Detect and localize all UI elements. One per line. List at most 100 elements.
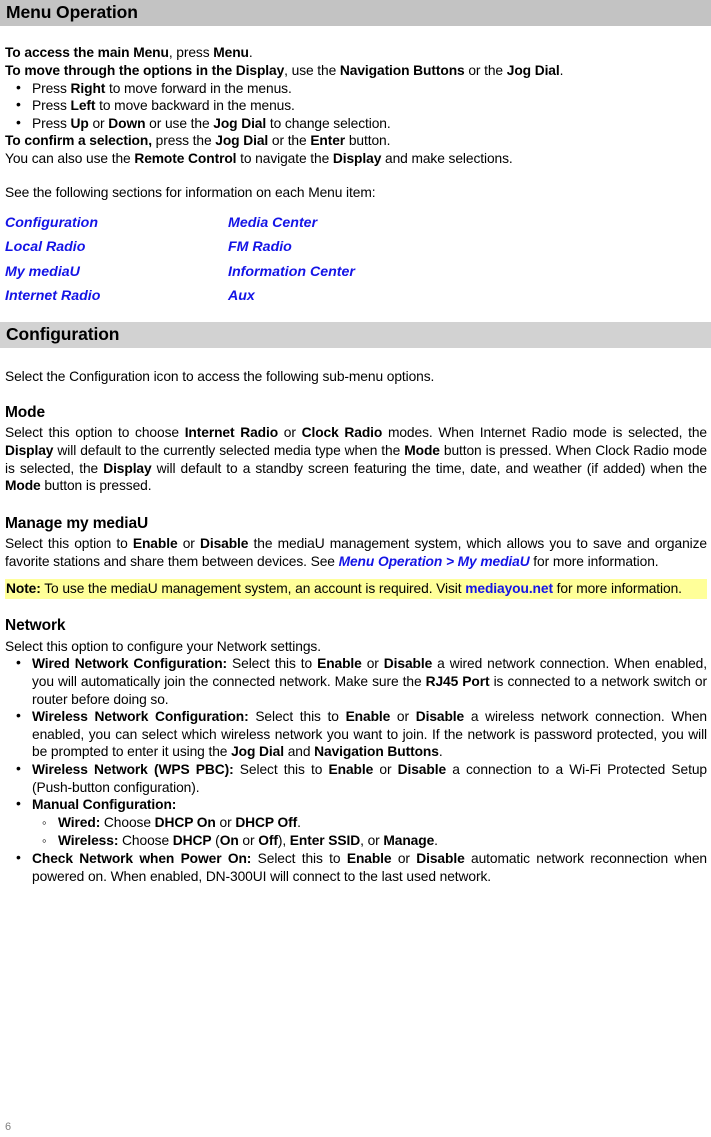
network-bullet-list: Wired Network Configuration: Select this… <box>5 654 707 885</box>
link-menu-operation-my-mediau[interactable]: Menu Operation > My mediaU <box>339 554 530 569</box>
configuration-intro: Select the Configuration icon to access … <box>5 369 435 385</box>
section-heading-configuration: Configuration <box>0 321 711 349</box>
press-up-mid2: or use the <box>145 115 214 131</box>
menu-link-media-center[interactable]: Media Center <box>228 215 317 231</box>
intro-bullet-list: Press Right to move forward in the menus… <box>5 79 707 133</box>
mediau-t2: or <box>177 536 200 552</box>
power-on-t2: or <box>391 851 417 867</box>
section-heading-menu-operation-label: Menu Operation <box>6 2 138 22</box>
wireless-net-b3: Jog Dial <box>231 744 284 760</box>
manual-wired-t2: or <box>215 814 236 830</box>
menu-link-aux-cell: Aux <box>228 284 528 308</box>
manual-wireless-t1: Choose <box>118 832 173 848</box>
mode-b1: Internet Radio <box>184 425 279 441</box>
list-item-check-network-power-on: Check Network when Power On: Select this… <box>5 849 707 885</box>
press-left-pre: Press <box>32 98 71 114</box>
mode-b5: Display <box>103 460 152 476</box>
menu-link-configuration[interactable]: Configuration <box>5 215 98 231</box>
mode-paragraph: Select this option to choose Internet Ra… <box>5 424 707 494</box>
intro-move-bold: To move through the options in the Displ… <box>5 62 285 78</box>
list-item-wireless-network-configuration: Wireless Network Configuration: Select t… <box>5 707 707 761</box>
note-mediau-account: Note: To use the mediaU management syste… <box>5 578 707 600</box>
press-right-key: Right <box>70 80 106 96</box>
note-text1: To use the mediaU management system, an … <box>40 580 466 596</box>
mode-t7: button is pressed. <box>40 478 152 494</box>
list-item-wired-network-configuration: Wired Network Configuration: Select this… <box>5 654 707 708</box>
remote-pre: You can also use the <box>5 150 135 166</box>
list-item-manual-wireless: Wireless: Choose DHCP (On or Off), Enter… <box>32 832 707 850</box>
intro-move-bold2: Navigation Buttons <box>339 62 465 78</box>
wireless-net-b4: Navigation Buttons <box>314 744 439 760</box>
confirm-mid: press the <box>151 133 216 149</box>
press-down-key: Down <box>108 115 146 131</box>
confirm-mid2: or the <box>268 133 311 149</box>
menu-link-local-radio[interactable]: Local Radio <box>5 239 85 255</box>
menu-link-media-center-cell: Media Center <box>228 211 528 235</box>
remote-end: and make selections. <box>381 150 513 166</box>
manual-configuration-sublist: Wired: Choose DHCP On or DHCP Off. Wirel… <box>32 814 707 851</box>
press-jogdial-key: Jog Dial <box>213 115 267 131</box>
manual-wireless-b2: On <box>219 832 239 848</box>
wps-b2: Disable <box>397 761 447 777</box>
manual-wired-label: Wired: <box>58 814 101 830</box>
menu-link-my-mediau[interactable]: My mediaU <box>5 264 80 280</box>
manual-config-label: Manual Configuration: <box>32 797 177 813</box>
manual-page: Menu Operation To access the main Menu, … <box>0 0 711 1137</box>
intro-move-end: . <box>559 62 564 78</box>
manual-wired-b1: DHCP On <box>154 814 216 830</box>
section-heading-menu-operation: Menu Operation <box>0 0 711 27</box>
intro-access-mid: , press <box>168 45 214 61</box>
mediau-b1: Enable <box>132 536 178 552</box>
power-on-b1: Enable <box>346 851 392 867</box>
note-label: Note: <box>6 580 41 596</box>
configuration-content: Select the Configuration icon to access … <box>0 348 711 885</box>
wireless-net-t1: Select this to <box>248 709 346 725</box>
intro-access-bold: To access the main Menu <box>5 45 169 61</box>
press-right-pre: Press <box>32 80 71 96</box>
wireless-net-label: Wireless Network Configuration: <box>32 709 249 725</box>
press-left-key: Left <box>70 98 96 114</box>
intro-access-bold2: Menu <box>213 45 249 61</box>
power-on-t1: Select this to <box>251 851 347 867</box>
confirm-bold3: Enter <box>310 133 346 149</box>
wps-b1: Enable <box>328 761 374 777</box>
wired-net-b1: Enable <box>317 656 362 672</box>
mode-b4: Mode <box>404 443 440 459</box>
menu-items-row: Local Radio FM Radio <box>5 235 528 259</box>
mediau-paragraph: Select this option to Enable or Disable … <box>5 535 707 570</box>
wireless-net-b1: Enable <box>345 709 391 725</box>
mode-t2: or <box>278 425 302 441</box>
wireless-net-t5: . <box>438 744 443 760</box>
wireless-net-b2: Disable <box>415 709 465 725</box>
manual-wireless-label: Wireless: <box>58 832 119 848</box>
mode-t3: modes. When Internet Radio mode is selec… <box>382 425 708 441</box>
see-sections-line: See the following sections for informati… <box>5 184 376 200</box>
menu-link-information-center-cell: Information Center <box>228 260 528 284</box>
list-item-press-right: Press Right to move forward in the menus… <box>5 79 707 98</box>
press-left-post: to move backward in the menus. <box>95 98 295 114</box>
intro-move-bold3: Jog Dial <box>506 62 560 78</box>
confirm-end: button. <box>345 133 391 149</box>
link-mediayou-net[interactable]: mediayou.net <box>465 581 553 596</box>
wired-net-t2: or <box>361 656 384 672</box>
manual-wireless-b5: Manage <box>383 832 435 848</box>
wired-net-b2: Disable <box>383 656 433 672</box>
manual-wireless-t4: ), <box>277 832 290 848</box>
intro-line-access-menu: To access the main Menu, press Menu. <box>5 44 707 62</box>
press-up-post: to change selection. <box>266 115 391 131</box>
menu-link-internet-radio[interactable]: Internet Radio <box>5 288 100 304</box>
menu-link-information-center[interactable]: Information Center <box>228 264 355 280</box>
note-text2: for more information. <box>552 580 682 596</box>
power-on-label: Check Network when Power On: <box>32 851 252 867</box>
page-content: To access the main Menu, press Menu. To … <box>0 26 711 322</box>
section-heading-configuration-label: Configuration <box>6 323 120 344</box>
intro-line-confirm-selection: To confirm a selection, press the Jog Di… <box>5 132 707 150</box>
wired-net-t1: Select this to <box>227 656 318 672</box>
list-item-manual-wired: Wired: Choose DHCP On or DHCP Off. <box>32 814 707 832</box>
menu-link-local-radio-cell: Local Radio <box>5 235 228 259</box>
mode-t6: will default to a standby screen featuri… <box>151 460 707 476</box>
menu-items-row: Internet Radio Aux <box>5 284 528 308</box>
menu-link-aux[interactable]: Aux <box>228 288 255 304</box>
wps-t2: or <box>373 761 398 777</box>
menu-link-fm-radio[interactable]: FM Radio <box>228 239 292 255</box>
